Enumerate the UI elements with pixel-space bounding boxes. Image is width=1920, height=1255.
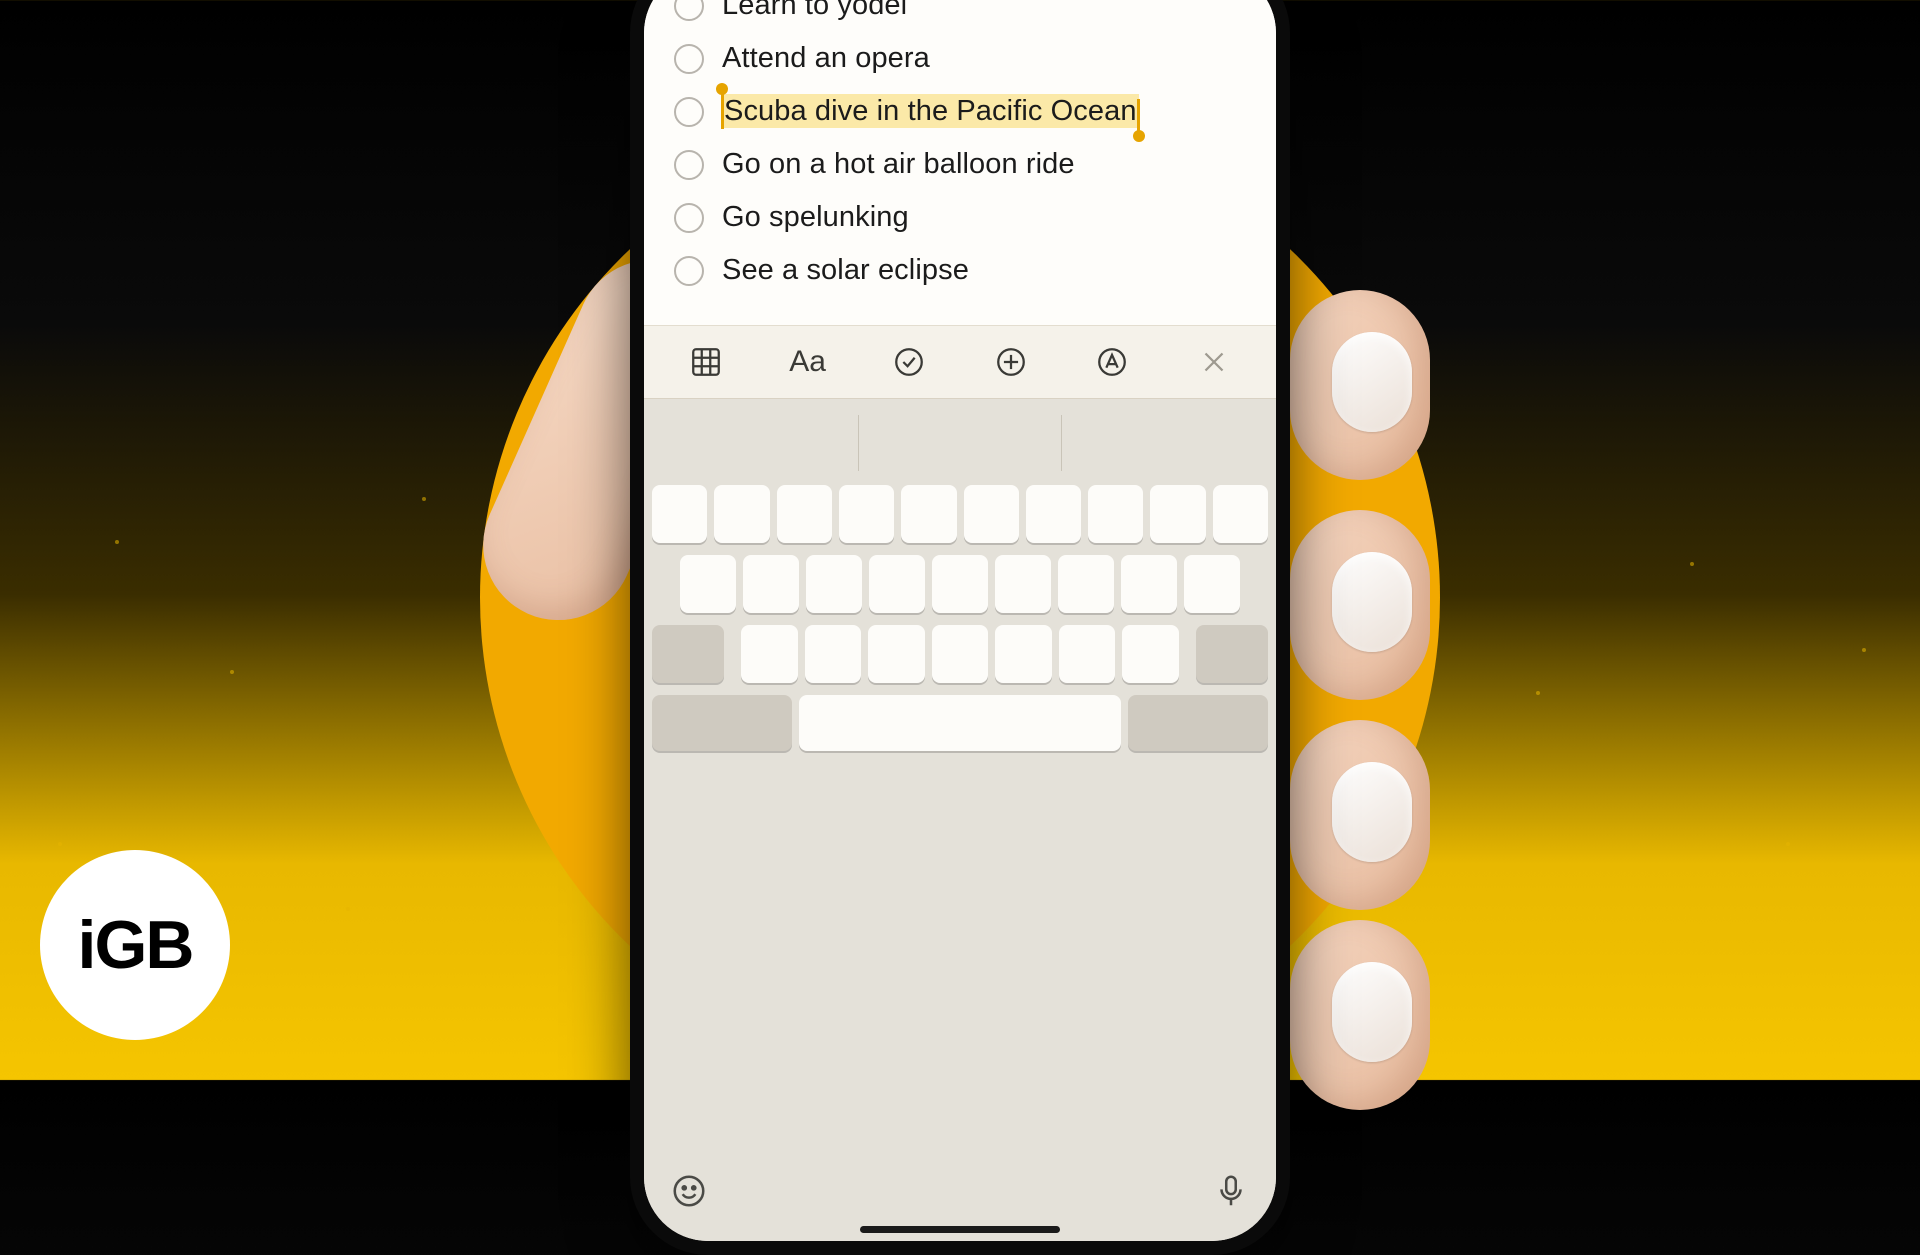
brand-logo-text: iGB <box>78 906 193 984</box>
checklist-button[interactable] <box>887 340 931 384</box>
checklist-item-text[interactable]: Go on a hot air balloon ride <box>722 148 1075 181</box>
checklist-item[interactable]: Go on a hot air balloon ride <box>674 138 1246 191</box>
key[interactable] <box>1088 485 1143 543</box>
markup-button[interactable] <box>1090 340 1134 384</box>
checklist-item-text[interactable]: Learn to yodel <box>722 0 907 22</box>
notes-checklist[interactable]: Learn to yodel Attend an opera Scuba div… <box>644 0 1276 325</box>
key[interactable] <box>932 625 989 683</box>
checklist-item-text[interactable]: Go spelunking <box>722 201 909 234</box>
key[interactable] <box>806 555 862 613</box>
plus-circle-icon <box>994 345 1028 379</box>
close-icon <box>1197 345 1231 379</box>
table-icon <box>689 345 723 379</box>
key[interactable] <box>1121 555 1177 613</box>
checklist-item-text[interactable]: Attend an opera <box>722 42 930 75</box>
checkbox-circle-icon[interactable] <box>674 44 704 74</box>
checklist-item[interactable]: Scuba dive in the Pacific Ocean <box>674 85 1246 138</box>
checkbox-circle-icon[interactable] <box>674 97 704 127</box>
close-toolbar-button[interactable] <box>1192 340 1236 384</box>
predictive-slot[interactable] <box>656 415 859 471</box>
selection-handle-end-knob-icon[interactable] <box>1133 130 1145 142</box>
phone-screen: Learn to yodel Attend an opera Scuba div… <box>644 0 1276 1241</box>
checklist-item[interactable]: Attend an opera <box>674 32 1246 85</box>
checklist-item[interactable]: Learn to yodel <box>674 0 1246 32</box>
key[interactable] <box>652 485 707 543</box>
microphone-icon <box>1212 1172 1250 1210</box>
key[interactable] <box>839 485 894 543</box>
keyboard-row-4 <box>652 695 1268 751</box>
add-attachment-button[interactable] <box>989 340 1033 384</box>
checklist-item-text[interactable]: See a solar eclipse <box>722 254 969 287</box>
keyboard-row-3 <box>652 625 1268 683</box>
key[interactable] <box>1213 485 1268 543</box>
aa-icon: Aa <box>789 345 826 379</box>
key[interactable] <box>805 625 862 683</box>
key[interactable] <box>995 625 1052 683</box>
key[interactable] <box>1058 555 1114 613</box>
return-key[interactable] <box>1128 695 1268 751</box>
predictive-slot[interactable] <box>859 415 1062 471</box>
onscreen-keyboard[interactable] <box>644 399 1276 1154</box>
shift-key[interactable] <box>652 625 724 683</box>
checkbox-circle-icon[interactable] <box>674 0 704 21</box>
key[interactable] <box>868 625 925 683</box>
space-key[interactable] <box>799 695 1121 751</box>
pencil-circle-icon <box>1095 345 1129 379</box>
checkbox-circle-icon[interactable] <box>674 150 704 180</box>
checklist-item[interactable]: Go spelunking <box>674 191 1246 244</box>
checklist-item[interactable]: See a solar eclipse <box>674 244 1246 297</box>
key[interactable] <box>1150 485 1205 543</box>
key[interactable] <box>680 555 736 613</box>
key[interactable] <box>1026 485 1081 543</box>
key[interactable] <box>741 625 798 683</box>
key[interactable] <box>1184 555 1240 613</box>
emoji-icon <box>670 1172 708 1210</box>
text-format-button[interactable]: Aa <box>786 340 830 384</box>
key[interactable] <box>869 555 925 613</box>
key[interactable] <box>932 555 988 613</box>
checkbox-circle-icon[interactable] <box>674 203 704 233</box>
key[interactable] <box>1059 625 1116 683</box>
key[interactable] <box>743 555 799 613</box>
key[interactable] <box>777 485 832 543</box>
check-circle-icon <box>892 345 926 379</box>
key[interactable] <box>995 555 1051 613</box>
checklist-item-text-selected[interactable]: Scuba dive in the Pacific Ocean <box>722 95 1139 128</box>
keyboard-row-2 <box>652 555 1268 613</box>
brand-logo: iGB <box>40 850 230 1040</box>
key[interactable] <box>964 485 1019 543</box>
phone-frame: Learn to yodel Attend an opera Scuba div… <box>630 0 1290 1255</box>
predictive-bar[interactable] <box>656 415 1264 471</box>
backspace-key[interactable] <box>1196 625 1268 683</box>
key[interactable] <box>714 485 769 543</box>
key[interactable] <box>901 485 956 543</box>
checkbox-circle-icon[interactable] <box>674 256 704 286</box>
table-button[interactable] <box>684 340 728 384</box>
emoji-button[interactable] <box>670 1172 708 1215</box>
dictation-button[interactable] <box>1212 1172 1250 1215</box>
selection-highlight[interactable]: Scuba dive in the Pacific Ocean <box>722 94 1139 128</box>
keyboard-row-1 <box>652 485 1268 543</box>
selection-handle-start-icon[interactable] <box>721 89 724 129</box>
predictive-slot[interactable] <box>1062 415 1264 471</box>
home-indicator[interactable] <box>860 1226 1060 1233</box>
selection-handle-start-knob-icon[interactable] <box>716 83 728 95</box>
numbers-key[interactable] <box>652 695 792 751</box>
key[interactable] <box>1122 625 1179 683</box>
format-toolbar: Aa <box>644 325 1276 399</box>
